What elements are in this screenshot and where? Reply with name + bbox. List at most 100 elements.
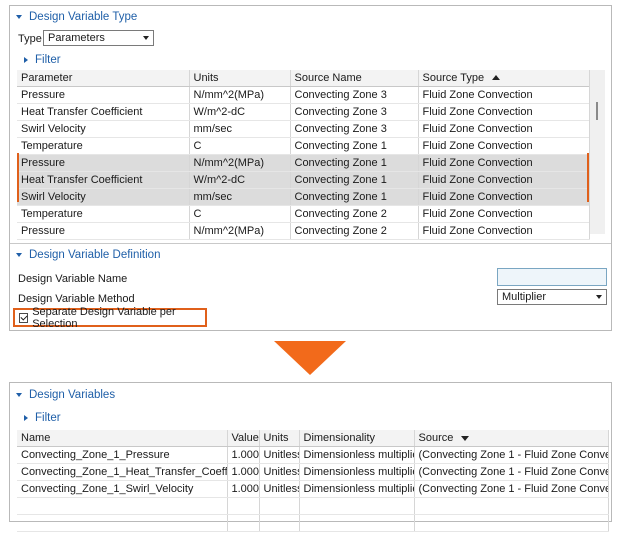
type-dropdown[interactable]: Parameters [43, 30, 154, 46]
parameters-table-scrollbar[interactable] [589, 70, 605, 234]
table-cell [17, 514, 228, 532]
table-cell: (Convecting Zone 1 - Fluid Zone Convecti… [414, 463, 609, 481]
checkmark-icon [20, 312, 28, 321]
table-cell: Fluid Zone Convection [418, 171, 590, 189]
parameters-table: Parameter Units Source Name Source Type … [17, 70, 590, 240]
table-cell: Temperature [17, 205, 190, 223]
section-divider [10, 243, 611, 244]
table-cell [227, 497, 260, 515]
table-header-row: Parameter Units Source Name Source Type [17, 70, 590, 87]
table-cell: Dimensionless multiplier [299, 463, 415, 481]
filter-label: Filter [35, 412, 61, 424]
design-variable-type-panel: Design Variable Type Type Parameters Fil… [9, 5, 612, 331]
design-variable-method-label: Design Variable Method [18, 293, 135, 305]
table-cell: Temperature [17, 137, 190, 155]
scrollbar-thumb[interactable] [596, 102, 598, 120]
table-cell: Unitless [259, 480, 300, 498]
section-title: Design Variable Type [29, 11, 138, 23]
chevron-down-icon [143, 36, 149, 40]
section-title: Design Variables [29, 389, 116, 401]
table-cell: mm/sec [189, 120, 291, 138]
table-cell: Fluid Zone Convection [418, 188, 590, 206]
table-row[interactable]: Convecting_Zone_1_Swirl_Velocity1.0000Un… [17, 480, 609, 498]
table-cell: Pressure [17, 154, 190, 172]
table-row[interactable]: Convecting_Zone_1_Pressure1.0000Unitless… [17, 446, 609, 464]
table-cell: W/m^2-dC [189, 171, 291, 189]
selection-indicator-right [587, 153, 589, 202]
separate-per-selection-checkbox[interactable] [19, 312, 29, 323]
table-cell: Unitless [259, 463, 300, 481]
column-header-units[interactable]: Units [189, 70, 291, 87]
table-cell: Convecting Zone 1 [290, 137, 419, 155]
empty-table-row [17, 514, 609, 532]
table-row[interactable]: Pressure N/mm^2(MPa) Convecting Zone 3 Flui… [17, 86, 590, 104]
type-label: Type [18, 33, 42, 45]
column-header-value[interactable]: Value [227, 430, 260, 447]
table-cell [299, 514, 415, 532]
sort-descending-icon [461, 436, 470, 441]
table-cell: Convecting Zone 2 [290, 222, 419, 240]
column-header-dimensionality[interactable]: Dimensionality [299, 430, 415, 447]
design-variables-table: Name Value Units Dimensionality Source C… [17, 430, 609, 532]
separate-per-selection-label: Separate Design Variable per Selection [32, 305, 176, 330]
table-cell: Fluid Zone Convection [418, 120, 590, 138]
design-variables-header[interactable]: Design Variables [16, 388, 115, 402]
table-cell: C [189, 205, 291, 223]
table-cell: Swirl Velocity [17, 120, 190, 138]
table-cell: Convecting Zone 3 [290, 86, 419, 104]
empty-table-row [17, 497, 609, 515]
table-cell: N/mm^2(MPa) [189, 222, 291, 240]
table-header-row: Name Value Units Dimensionality Source [17, 430, 609, 447]
table-cell: 1.0000 [227, 480, 260, 498]
column-header-name[interactable]: Name [17, 430, 228, 447]
filter-label: Filter [35, 54, 61, 66]
column-header-source-name[interactable]: Source Name [290, 70, 419, 87]
column-header-parameter[interactable]: Parameter [17, 70, 190, 87]
table-cell [299, 497, 415, 515]
arrow-down-icon [274, 341, 346, 375]
table-row[interactable]: Swirl Velocity mm/sec Convecting Zone 1 Flu… [17, 188, 590, 206]
table-row[interactable]: Temperature C Convecting Zone 2 Fluid Zone … [17, 205, 590, 223]
design-variable-definition-header[interactable]: Design Variable Definition [16, 248, 160, 262]
table-cell: mm/sec [189, 188, 291, 206]
filter-toggle[interactable]: Filter [24, 411, 61, 425]
table-cell [17, 497, 228, 515]
table-cell: Fluid Zone Convection [418, 154, 590, 172]
method-dropdown-value: Multiplier [502, 291, 547, 303]
table-cell: Pressure [17, 222, 190, 240]
design-variable-name-label: Design Variable Name [18, 273, 128, 285]
table-cell: Pressure [17, 86, 190, 104]
column-header-source[interactable]: Source [414, 430, 609, 447]
table-cell: Unitless [259, 446, 300, 464]
table-cell: N/mm^2(MPa) [189, 154, 291, 172]
separate-per-selection-option[interactable]: Separate Design Variable per Selection [13, 305, 207, 330]
table-row[interactable]: Pressure N/mm^2(MPa) Convecting Zone 2 Flui… [17, 222, 590, 240]
table-cell [259, 514, 300, 532]
table-row[interactable]: Heat Transfer Coefficient W/m^2-dC Convect… [17, 103, 590, 121]
table-cell: (Convecting Zone 1 - Fluid Zone Convecti… [414, 480, 609, 498]
table-row[interactable]: Heat Transfer Coefficient W/m^2-dC Convect… [17, 171, 590, 189]
table-cell [227, 514, 260, 532]
table-cell: Dimensionless multiplier [299, 480, 415, 498]
column-header-units[interactable]: Units [259, 430, 300, 447]
table-row[interactable]: Pressure N/mm^2(MPa) Convecting Zone 1 Flui… [17, 154, 590, 172]
design-variable-method-dropdown[interactable]: Multiplier [497, 289, 607, 305]
table-row[interactable]: Swirl Velocity mm/sec Convecting Zone 3 Flu… [17, 120, 590, 138]
filter-toggle[interactable]: Filter [24, 53, 61, 67]
table-cell: (Convecting Zone 1 - Fluid Zone Convecti… [414, 446, 609, 464]
design-variables-panel: Design Variables Filter Name Value Units… [9, 382, 612, 532]
design-variable-type-header[interactable]: Design Variable Type [16, 10, 137, 24]
table-cell: W/m^2-dC [189, 103, 291, 121]
table-cell [414, 497, 609, 515]
table-cell: Convecting Zone 1 [290, 188, 419, 206]
table-row[interactable]: Convecting_Zone_1_Heat_Transfer_Coeffici… [17, 463, 609, 481]
design-variable-name-input[interactable] [497, 268, 607, 286]
table-cell [414, 514, 609, 532]
column-header-source-type[interactable]: Source Type [418, 70, 590, 87]
type-dropdown-value: Parameters [48, 32, 105, 44]
table-cell: C [189, 137, 291, 155]
table-row[interactable]: Temperature C Convecting Zone 1 Fluid Zone … [17, 137, 590, 155]
expand-icon [24, 415, 28, 421]
section-title: Design Variable Definition [29, 249, 161, 261]
table-cell: Dimensionless multiplier [299, 446, 415, 464]
